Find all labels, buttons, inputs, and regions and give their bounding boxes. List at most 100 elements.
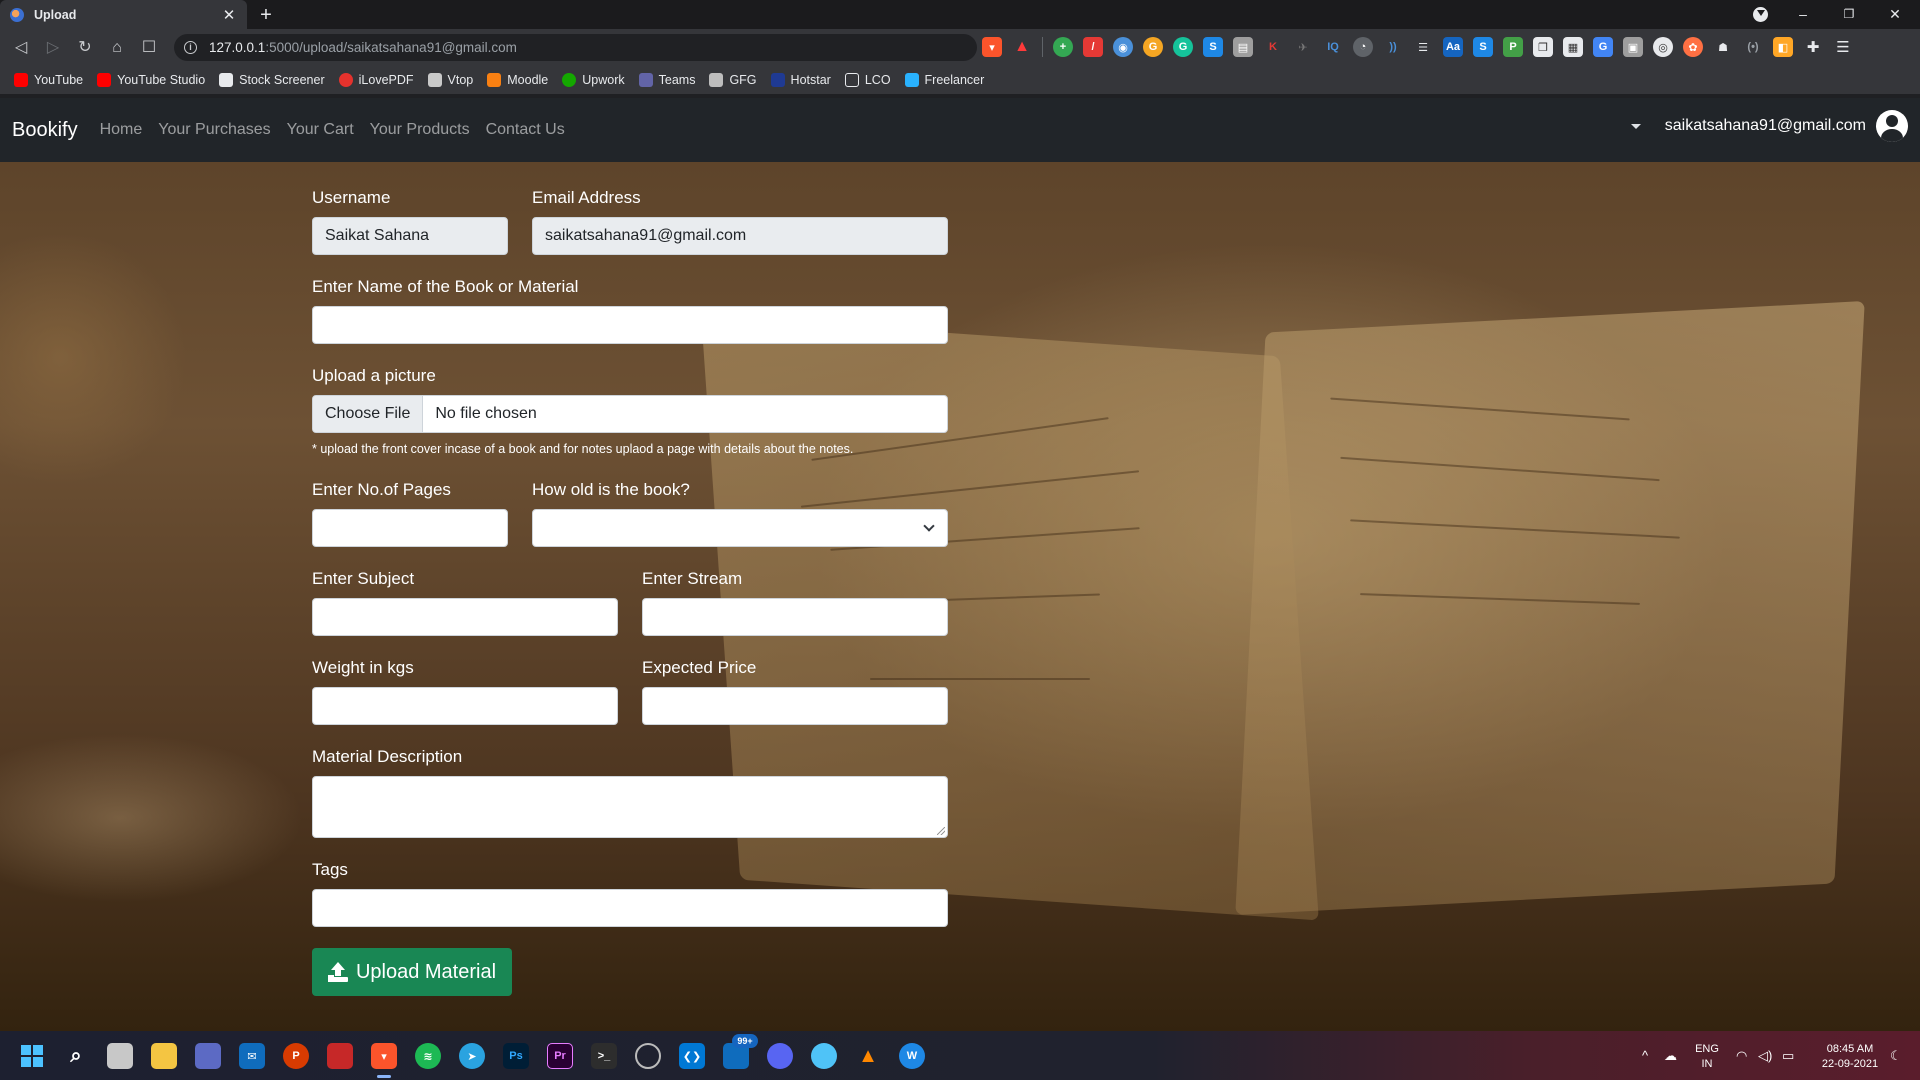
extension-lines-icon[interactable]: ☰: [1413, 37, 1433, 57]
tags-input[interactable]: [312, 889, 948, 927]
resize-grip-icon[interactable]: [937, 827, 945, 835]
choose-file-button[interactable]: Choose File: [313, 396, 424, 432]
extension-badge-icon[interactable]: ◔: [1353, 37, 1373, 57]
extension-screen-icon[interactable]: ▣: [1623, 37, 1643, 57]
extension-grey-icon[interactable]: ▤: [1233, 37, 1253, 57]
brave-rewards-icon[interactable]: ▲: [1012, 37, 1032, 57]
spotify-icon[interactable]: ≋: [415, 1043, 441, 1069]
extension-mask-icon[interactable]: ☗: [1713, 37, 1733, 57]
bookmark-stock-screener[interactable]: Stock Screener: [219, 73, 325, 87]
stream-input[interactable]: [642, 598, 948, 636]
extension-orange-icon[interactable]: G: [1143, 37, 1163, 57]
grammarly-icon[interactable]: G: [1173, 37, 1193, 57]
battery-icon[interactable]: ▭: [1782, 1048, 1794, 1064]
vscode-icon[interactable]: ❮❯: [679, 1043, 705, 1069]
premiere-pro-icon[interactable]: Pr: [547, 1043, 573, 1069]
extension-signal-icon[interactable]: (•): [1743, 37, 1763, 57]
weight-input[interactable]: [312, 687, 618, 725]
mail-icon[interactable]: ✉: [239, 1043, 265, 1069]
onedrive-icon[interactable]: ☁: [1664, 1048, 1677, 1064]
windows-start-icon[interactable]: [19, 1043, 45, 1069]
browser-menu-icon[interactable]: ☰: [1833, 37, 1853, 57]
snipping-tool-icon[interactable]: [327, 1043, 353, 1069]
extension-plus-icon[interactable]: +: [1053, 37, 1073, 57]
description-textarea[interactable]: [312, 776, 948, 838]
tab-close-icon[interactable]: ✕: [221, 6, 237, 24]
bookmark-ilovepdf[interactable]: iLovePDF: [338, 73, 414, 87]
nav-link-your-purchases[interactable]: Your Purchases: [158, 121, 270, 139]
back-icon[interactable]: ◁: [10, 37, 32, 59]
bookmark-gfg[interactable]: GFG: [709, 73, 757, 87]
pocket-app-icon[interactable]: P: [283, 1043, 309, 1069]
extension-s2-icon[interactable]: S: [1473, 37, 1493, 57]
obs-studio-icon[interactable]: [635, 1043, 661, 1069]
bookmark-upwork[interactable]: Upwork: [562, 73, 625, 87]
extension-red-icon[interactable]: /: [1083, 37, 1103, 57]
bookmark-youtube[interactable]: YouTube: [14, 73, 83, 87]
extensions-puzzle-icon[interactable]: ✚: [1803, 37, 1823, 57]
bookmark-icon[interactable]: ☐: [138, 37, 160, 59]
bookmark-teams[interactable]: Teams: [638, 73, 695, 87]
extension-green-icon[interactable]: P: [1503, 37, 1523, 57]
nav-link-your-cart[interactable]: Your Cart: [287, 121, 354, 139]
new-tab-button[interactable]: +: [254, 3, 278, 27]
edge-dev-icon[interactable]: [811, 1043, 837, 1069]
extension-cookie-icon[interactable]: ✿: [1683, 37, 1703, 57]
forward-icon[interactable]: ▷: [42, 37, 64, 59]
search-icon[interactable]: ⌕: [63, 1043, 89, 1069]
app-w-icon[interactable]: W: [899, 1043, 925, 1069]
extension-pin-icon[interactable]: ✈: [1293, 37, 1313, 57]
brand-logo[interactable]: Bookify: [12, 119, 78, 142]
nav-link-contact-us[interactable]: Contact Us: [486, 121, 565, 139]
address-bar[interactable]: i 127.0.0.1 :5000/upload/saikatsahana91@…: [174, 34, 977, 61]
wifi-icon[interactable]: ◠: [1736, 1048, 1747, 1064]
email-field[interactable]: saikatsahana91@gmail.com: [532, 217, 948, 255]
user-avatar-icon[interactable]: [1876, 110, 1908, 142]
photoshop-icon[interactable]: Ps: [503, 1043, 529, 1069]
tab-upload[interactable]: Upload ✕: [0, 0, 247, 29]
reload-icon[interactable]: ↻: [74, 37, 96, 59]
brave-browser-icon[interactable]: ▾: [371, 1043, 397, 1069]
extension-iq-icon[interactable]: IQ: [1323, 37, 1343, 57]
volume-icon[interactable]: ◁): [1758, 1048, 1772, 1064]
focus-assist-icon[interactable]: ☾: [1890, 1048, 1902, 1064]
nav-link-home[interactable]: Home: [100, 121, 143, 139]
picture-file-input[interactable]: Choose File No file chosen: [312, 395, 948, 433]
extension-s-icon[interactable]: S: [1203, 37, 1223, 57]
pages-input[interactable]: [312, 509, 508, 547]
bookmark-hotstar[interactable]: Hotstar: [770, 73, 831, 87]
brave-shield-icon[interactable]: ▾: [982, 37, 1002, 57]
calculator-icon[interactable]: [195, 1043, 221, 1069]
file-explorer-icon[interactable]: [151, 1043, 177, 1069]
extension-yellow-icon[interactable]: ◧: [1773, 37, 1793, 57]
clock[interactable]: 08:45 AM 22-09-2021: [1814, 1042, 1886, 1072]
restore-button[interactable]: ❐: [1826, 0, 1872, 29]
book-name-input[interactable]: [312, 306, 948, 344]
task-view-icon[interactable]: [107, 1043, 133, 1069]
bookmark-youtube-studio[interactable]: YouTube Studio: [97, 73, 205, 87]
user-email[interactable]: saikatsahana91@gmail.com: [1665, 117, 1866, 135]
user-menu[interactable]: saikatsahana91@gmail.com: [1630, 110, 1908, 142]
extension-blue-icon[interactable]: ◉: [1113, 37, 1133, 57]
upload-material-button[interactable]: Upload Material: [312, 948, 512, 996]
close-window-button[interactable]: ✕: [1872, 0, 1918, 29]
home-icon[interactable]: ⌂: [106, 37, 128, 59]
bookmark-moodle[interactable]: Moodle: [487, 73, 548, 87]
price-input[interactable]: [642, 687, 948, 725]
dropdown-caret-icon[interactable]: [1630, 123, 1641, 129]
site-info-icon[interactable]: i: [184, 41, 197, 54]
extension-aa-icon[interactable]: Aa: [1443, 37, 1463, 57]
extension-wave-icon[interactable]: )): [1383, 37, 1403, 57]
google-translate-icon[interactable]: G: [1593, 37, 1613, 57]
bookmark-lco[interactable]: LCO: [844, 73, 891, 87]
book-age-select[interactable]: [532, 509, 948, 547]
bookmark-freelancer[interactable]: Freelancer: [904, 73, 984, 87]
terminal-icon[interactable]: >_: [591, 1043, 617, 1069]
telegram-icon[interactable]: ➤: [459, 1043, 485, 1069]
vlc-icon[interactable]: ▲: [855, 1043, 881, 1069]
bookmark-vtop[interactable]: Vtop: [427, 73, 473, 87]
nav-link-your-products[interactable]: Your Products: [370, 121, 470, 139]
extension-globe-icon[interactable]: ◎: [1653, 37, 1673, 57]
subject-input[interactable]: [312, 598, 618, 636]
chevron-up-icon[interactable]: ^: [1642, 1048, 1648, 1063]
